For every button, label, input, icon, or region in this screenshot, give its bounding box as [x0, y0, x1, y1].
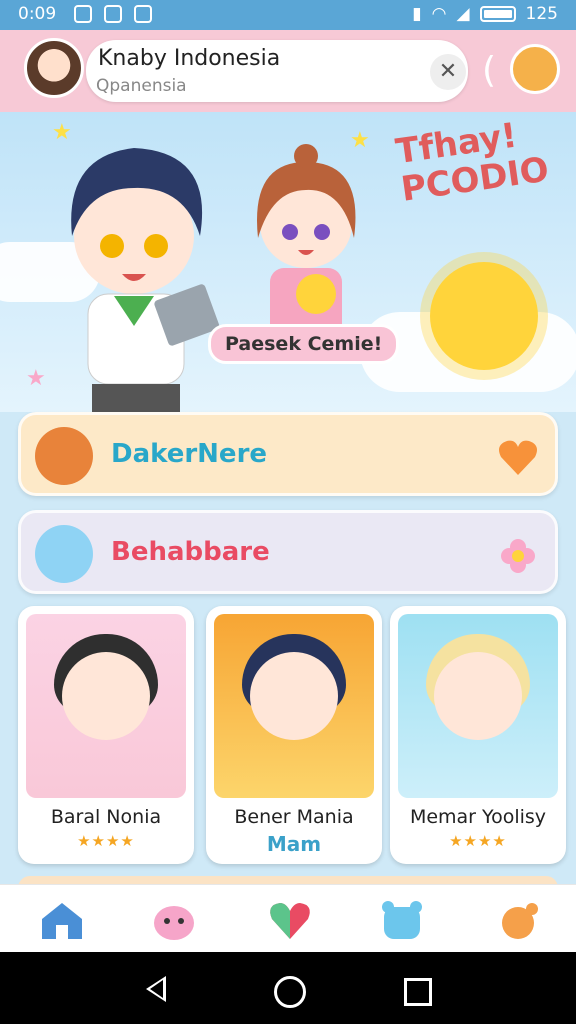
hero-banner: ★ ★ ★ Tfhay! PCODIO Paesek Cemie! [0, 112, 576, 412]
notification-icon-3 [134, 5, 152, 23]
pink-blob-icon[interactable] [150, 897, 198, 943]
boy-character-illustration [71, 148, 220, 412]
bottom-tab-bar [0, 884, 576, 953]
home-button[interactable] [274, 976, 306, 1008]
divider: ( [482, 50, 497, 91]
cat-profile-button[interactable] [510, 44, 560, 94]
battery-icon [479, 6, 516, 22]
app-logo: Tfhay! PCODIO [393, 112, 562, 210]
bear-icon [35, 427, 93, 485]
heart-icon[interactable] [497, 437, 539, 479]
menu-item-behabbare[interactable]: Behabbare [18, 510, 558, 594]
smiling-sun-illustration [430, 262, 538, 370]
system-nav-bar [0, 952, 576, 1024]
system-tray: ▮ ◠ ◢ 125 [412, 4, 558, 24]
home-icon[interactable] [38, 897, 86, 943]
search-title: Knaby Indonesia [98, 46, 281, 71]
top-bar: Knaby Indonesia Qpanensia ✕ ( [0, 30, 576, 112]
close-icon: ✕ [438, 59, 458, 84]
star-rating: ★★★★ [449, 832, 507, 850]
character-subtitle: Mam [266, 832, 322, 856]
search-subtitle: Qpanensia [96, 76, 187, 96]
star-rating: ★★★★ [77, 832, 135, 850]
face [250, 652, 338, 740]
character-card[interactable]: Memar Yoolisy ★★★★ [390, 606, 566, 864]
signal-icon: ◢ [456, 4, 470, 24]
star-icon: ★ [26, 366, 46, 391]
face [434, 652, 522, 740]
menu-item-label: Behabbare [111, 537, 270, 567]
back-button[interactable] [146, 976, 166, 1002]
battery-level: 125 [525, 4, 558, 24]
menu-item-label: DakerNere [111, 439, 268, 469]
vibrate-icon: ▮ [412, 4, 422, 24]
character-card[interactable]: Baral Nonia ★★★★ [18, 606, 194, 864]
search-box[interactable]: Knaby Indonesia Qpanensia [86, 40, 468, 102]
orange-creature-icon[interactable] [496, 897, 544, 943]
character-name: Bener Mania [234, 806, 354, 828]
character-name: Baral Nonia [50, 806, 162, 828]
girl-character-illustration [257, 144, 356, 338]
character-card[interactable]: Bener Mania Mam [206, 606, 382, 864]
ice-cream-bear-icon [35, 525, 93, 583]
heart-icon[interactable] [266, 897, 314, 943]
menu-item-dakernere[interactable]: DakerNere [18, 412, 558, 496]
recents-button[interactable] [404, 978, 432, 1006]
flower-icon[interactable] [497, 535, 539, 577]
notification-icon-2 [104, 5, 122, 23]
wifi-icon: ◠ [431, 4, 447, 24]
character-art [26, 614, 186, 798]
clear-search-button[interactable]: ✕ [430, 54, 466, 90]
notification-icon-1 [74, 5, 92, 23]
user-avatar[interactable] [24, 38, 84, 98]
notification-icons [74, 5, 152, 23]
character-name: Memar Yoolisy [409, 806, 547, 828]
status-bar: 0:09 ▮ ◠ ◢ 125 [0, 0, 576, 30]
hero-ribbon[interactable]: Paesek Cemie! [208, 324, 400, 364]
character-card-grid: Baral Nonia ★★★★ Bener Mania Mam Memar Y… [18, 606, 566, 864]
character-art [398, 614, 558, 798]
clock: 0:09 [18, 4, 57, 24]
blue-bear-icon[interactable] [378, 897, 426, 943]
character-art [214, 614, 374, 798]
face [62, 652, 150, 740]
